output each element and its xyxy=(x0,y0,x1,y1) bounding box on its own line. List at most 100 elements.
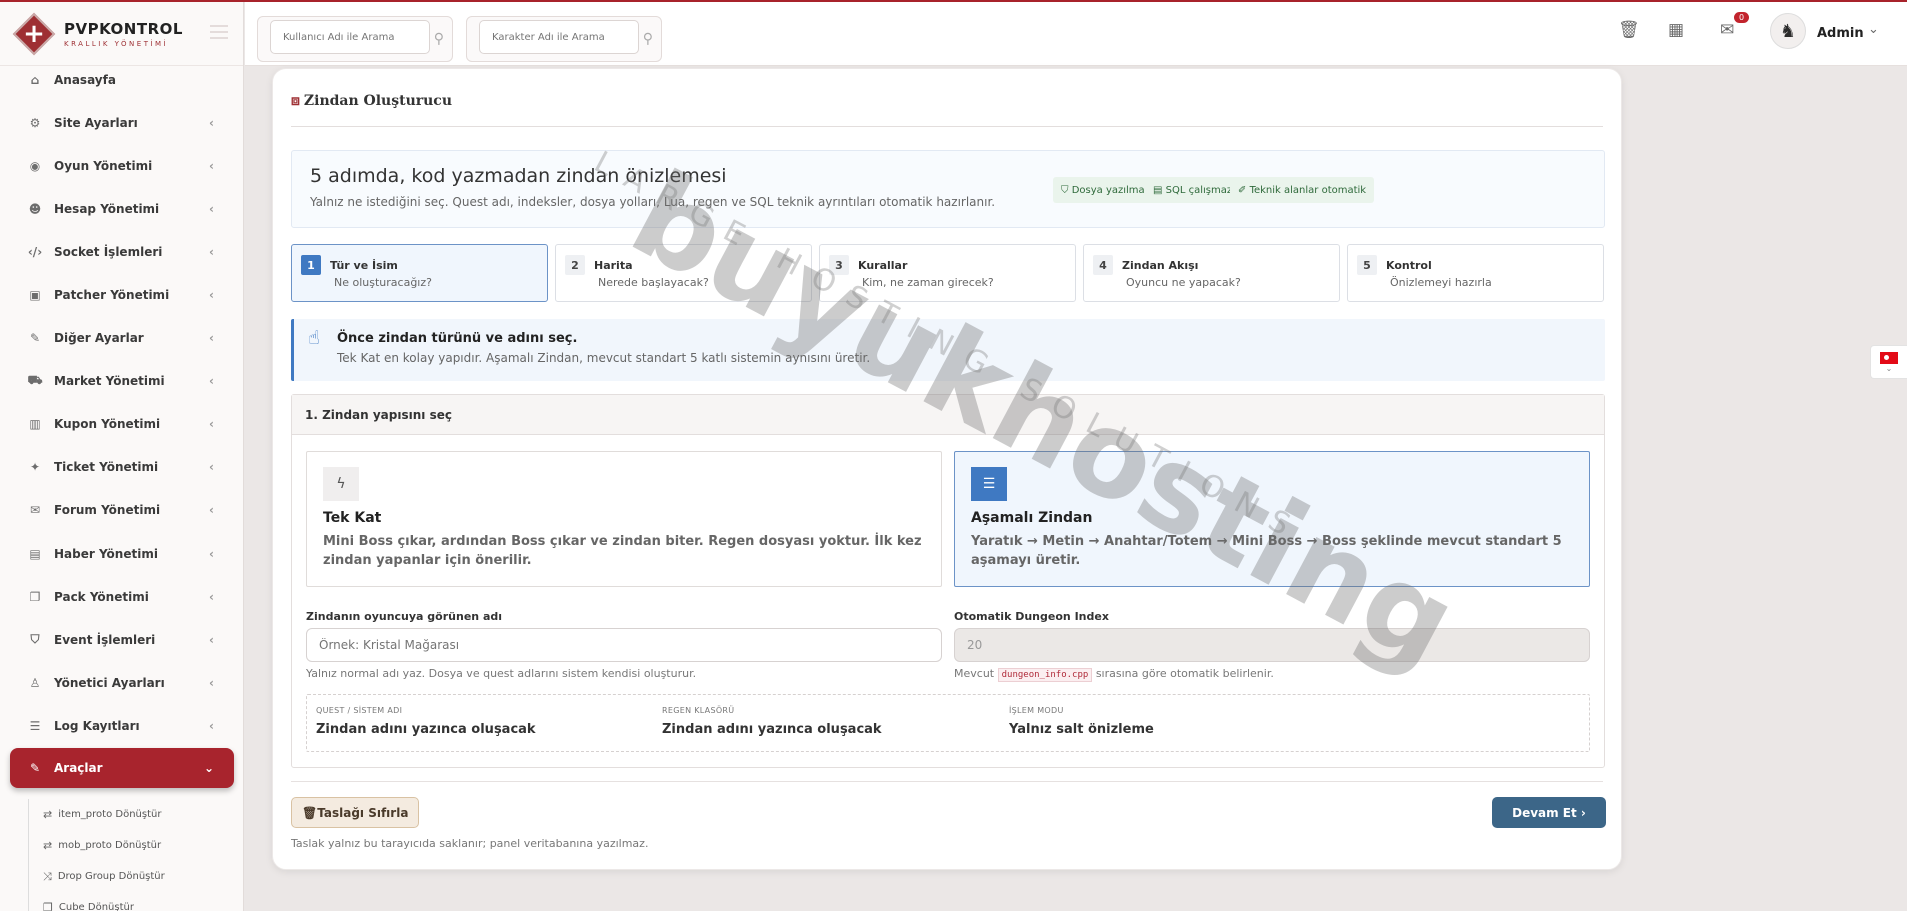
step-5[interactable]: 5 Kontrol Önizlemeyi hazırla xyxy=(1347,244,1604,302)
avatar[interactable]: ♞ xyxy=(1770,13,1806,49)
sidebar: + PVPKONTROL KRALLIK YÖNETİMİ ⌂ Anasayfa … xyxy=(0,2,244,911)
option-tek-kat[interactable]: ϟ Tek Kat Mini Boss çıkar, ardından Boss… xyxy=(306,451,942,587)
sidebar-item-forum-yonetimi[interactable]: ✉ Forum Yönetimi ‹ xyxy=(0,489,243,532)
intro-heading: 5 adımda, kod yazmadan zindan önizlemesi xyxy=(310,165,727,187)
barcode-icon: ▥ xyxy=(29,417,41,432)
sidebar-subitem-label: mob_proto Dönüştür xyxy=(58,840,162,851)
user-tie-icon: ♙ xyxy=(29,675,41,690)
next-button[interactable]: Devam Et › xyxy=(1492,797,1606,828)
brand[interactable]: + PVPKONTROL KRALLIK YÖNETİMİ xyxy=(0,2,243,66)
char-search-input[interactable] xyxy=(479,20,639,54)
wrench-icon: ✎ xyxy=(29,331,41,346)
sidebar-item-kupon-yonetimi[interactable]: ▥ Kupon Yönetimi ‹ xyxy=(0,403,243,446)
sidebar-subitem-mob-proto[interactable]: ⇄ mob_proto Dönüştür xyxy=(29,830,228,861)
gamepad-icon: ◉ xyxy=(29,158,41,173)
step-2[interactable]: 2 Harita Nerede başlayacak? xyxy=(555,244,812,302)
trash-icon[interactable]: 🗑 xyxy=(1618,20,1640,40)
home-icon: ⌂ xyxy=(30,72,40,87)
next-label: Devam Et xyxy=(1512,805,1577,820)
dungeon-name-input[interactable] xyxy=(306,628,942,662)
reset-draft-button[interactable]: 🗑 Taslağı Sıfırla xyxy=(291,797,420,828)
brand-logo-icon: + xyxy=(12,12,56,56)
search-icon[interactable]: ⚲ xyxy=(643,31,653,47)
step-4[interactable]: 4 Zindan Akışı Oyuncu ne yapacak? xyxy=(1083,244,1340,302)
shuffle-icon: ⤨ xyxy=(43,869,52,883)
chevron-down-icon[interactable]: ⌄ xyxy=(1868,22,1879,37)
sidebar-item-ticket-yonetimi[interactable]: ✦ Ticket Yönetimi ‹ xyxy=(0,446,243,489)
meta-summary: QUEST / SİSTEM ADI Zindan adını yazınca o… xyxy=(306,694,1590,752)
list-icon: ☰ xyxy=(971,467,1007,501)
name-help: Yalnız normal adı yaz. Dosya ve quest ad… xyxy=(306,667,697,680)
chevron-left-icon: ‹ xyxy=(209,244,214,259)
sidebar-subitem-cube[interactable]: ❒ Cube Dönüştür xyxy=(29,892,228,911)
magic-wand-icon: ✐ xyxy=(1238,184,1250,196)
step-3[interactable]: 3 Kurallar Kim, ne zaman girecek? xyxy=(819,244,1076,302)
meta-mode: İŞLEM MODU Yalnız salt önizleme xyxy=(1009,706,1154,737)
draft-note: Taslak yalnız bu tarayıcıda saklanır; pa… xyxy=(291,837,649,850)
option-desc: Yaratık → Metin → Anahtar/Totem → Mini B… xyxy=(971,534,1562,568)
option-asamali-zindan[interactable]: ☰ Aşamalı Zindan Yaratık → Metin → Anaht… xyxy=(954,451,1590,587)
pill-auto: ✐ Teknik alanlar otomatik xyxy=(1230,177,1375,203)
gear-icon: ⚙ xyxy=(29,115,41,130)
sidebar-item-pack-yonetimi[interactable]: ❐ Pack Yönetimi ‹ xyxy=(0,575,243,618)
calendar-icon[interactable]: ▦ xyxy=(1668,20,1684,40)
copy-icon: ❐ xyxy=(29,589,41,604)
sidebar-item-hesap-yonetimi[interactable]: ☻ Hesap Yönetimi ‹ xyxy=(0,187,243,230)
pill-label: Dosya yazılmaz xyxy=(1071,184,1150,196)
mail-icon[interactable]: ✉ xyxy=(1720,20,1734,40)
sidebar-item-label: Hesap Yönetimi xyxy=(54,201,160,216)
sidebar-item-yonetici-ayarlari[interactable]: ♙ Yönetici Ayarları ‹ xyxy=(0,661,243,704)
sidebar-item-label: Forum Yönetimi xyxy=(54,503,161,518)
box-icon: ▣ xyxy=(29,288,41,303)
chevron-left-icon: ‹ xyxy=(209,718,214,733)
sidebar-item-site-ayarlari[interactable]: ⚙ Site Ayarları ‹ xyxy=(0,101,243,144)
divider xyxy=(291,781,1603,782)
meta-label: REGEN KLASÖRÜ xyxy=(662,706,735,715)
comments-icon: ✉ xyxy=(29,503,41,518)
pill-label: SQL çalışmaz xyxy=(1165,184,1233,196)
exchange-icon: ⇄ xyxy=(43,839,53,852)
sidebar-item-araclar[interactable]: ✎ Araçlar ⌄ xyxy=(10,747,234,788)
sidebar-item-anasayfa[interactable]: ⌂ Anasayfa xyxy=(0,58,243,101)
sidebar-item-label: Araçlar xyxy=(54,760,103,775)
chevron-left-icon: ‹ xyxy=(209,675,214,690)
sidebar-item-haber-yonetimi[interactable]: ▤ Haber Yönetimi ‹ xyxy=(0,532,243,575)
sidebar-item-log-kayitlari[interactable]: ☰ Log Kayıtları ‹ xyxy=(0,704,243,747)
search-icon[interactable]: ⚲ xyxy=(434,31,444,47)
chevron-left-icon: ‹ xyxy=(209,546,214,561)
sidebar-item-patcher-yonetimi[interactable]: ▣ Patcher Yönetimi ‹ xyxy=(0,273,243,316)
sidebar-item-event-islemleri[interactable]: ⛉ Event İşlemleri ‹ xyxy=(0,618,243,661)
menu-toggle-icon[interactable] xyxy=(210,25,228,39)
notification-badge: 0 xyxy=(1734,12,1750,23)
char-search-box: ⚲ xyxy=(466,16,662,62)
sidebar-item-label: Diğer Ayarlar xyxy=(54,331,144,346)
language-switcher[interactable]: ⌄ xyxy=(1870,345,1907,379)
sidebar-subitem-item-proto[interactable]: ⇄ item_proto Dönüştür xyxy=(29,799,228,830)
sidebar-item-diger-ayarlar[interactable]: ✎ Diğer Ayarlar ‹ xyxy=(0,317,243,360)
reset-label: Taslağı Sıfırla xyxy=(317,805,409,820)
sidebar-subitem-drop-group[interactable]: ⤨ Drop Group Dönüştür xyxy=(29,861,228,892)
sidebar-subitem-label: Drop Group Dönüştür xyxy=(57,871,165,882)
sidebar-item-socket-islemleri[interactable]: ‹/› Socket İşlemleri ‹ xyxy=(0,230,243,273)
step-1[interactable]: 1 Tür ve İsim Ne oluşturacağız? xyxy=(291,244,548,302)
sidebar-item-market-yonetimi[interactable]: ⛟ Market Yönetimi ‹ xyxy=(0,360,243,403)
step-title: Zindan Akışı xyxy=(1122,259,1199,272)
step-number: 5 xyxy=(1357,255,1377,275)
user-search-input[interactable] xyxy=(270,20,430,54)
user-name[interactable]: Admin xyxy=(1817,26,1864,41)
sidebar-item-oyun-yonetimi[interactable]: ◉ Oyun Yönetimi ‹ xyxy=(0,144,243,187)
step-desc: Oyuncu ne yapacak? xyxy=(1126,276,1241,289)
hint-text: Tek Kat en kolay yapıdır. Aşamalı Zindan… xyxy=(337,351,871,365)
sidebar-item-label: Market Yönetimi xyxy=(54,374,165,389)
sidebar-item-label: Socket İşlemleri xyxy=(54,244,163,259)
step-number: 2 xyxy=(565,255,585,275)
section-title: 1. Zindan yapısını seç xyxy=(292,395,1604,435)
meta-value: Zindan adını yazınca oluşacak xyxy=(316,722,536,737)
user-search-box: ⚲ xyxy=(257,16,453,62)
hint-title: Önce zindan türünü ve adını seç. xyxy=(337,331,578,346)
sidebar-item-label: Haber Yönetimi xyxy=(54,546,158,561)
sitemap-icon: ⧈ xyxy=(291,93,300,109)
dungeon-index-field xyxy=(954,628,1590,662)
pill-label: Teknik alanlar otomatik xyxy=(1249,184,1367,196)
chevron-left-icon: ‹ xyxy=(209,331,214,346)
